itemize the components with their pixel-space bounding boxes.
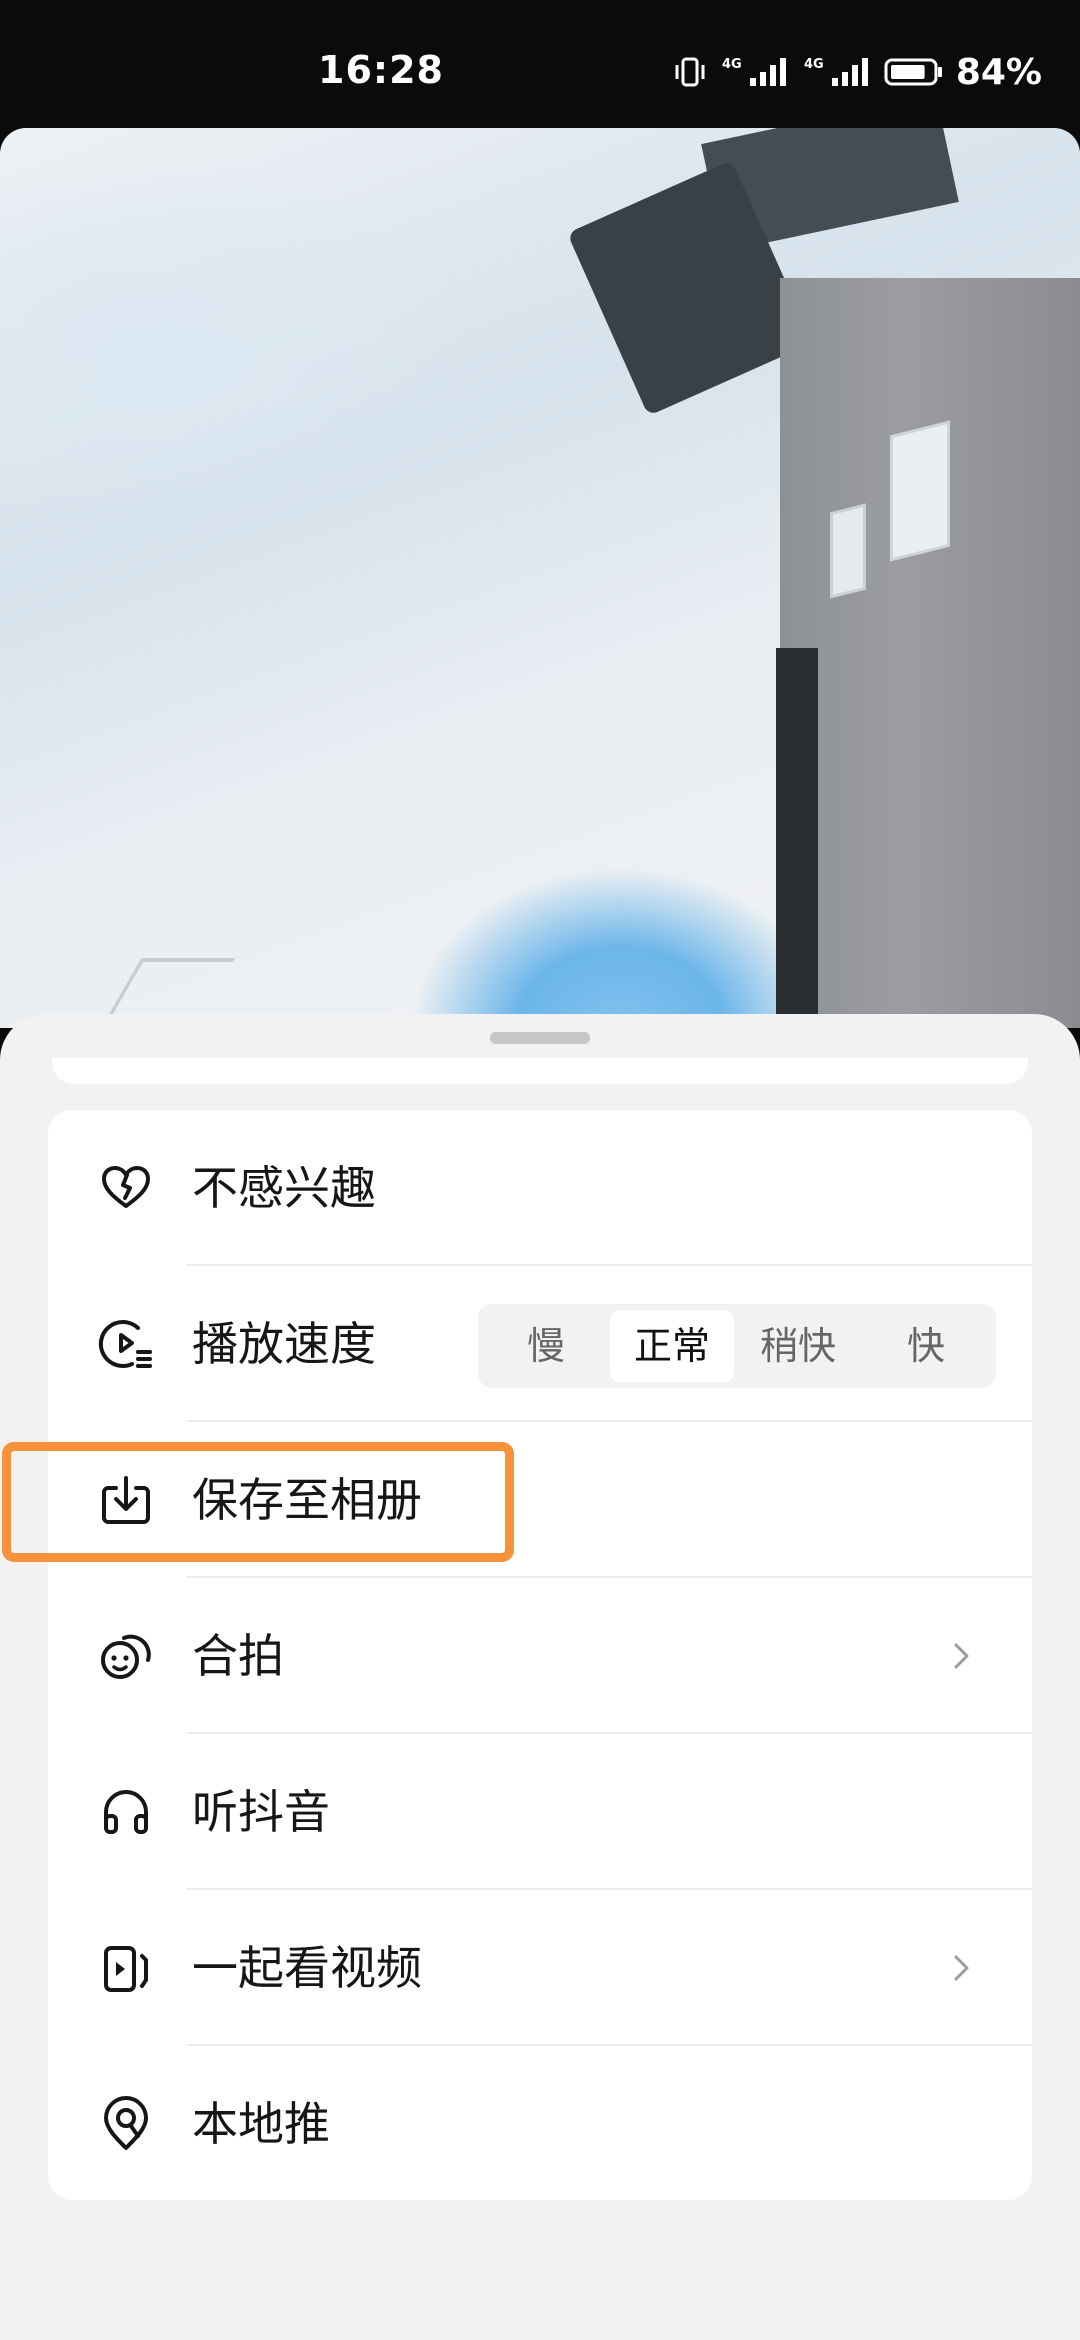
network-type-2: 4G: [804, 57, 824, 72]
doorway: [776, 648, 818, 1028]
vibrate-icon: [675, 57, 705, 87]
speed-selector: 慢 正常 稍快 快: [478, 1304, 996, 1388]
wall: [780, 278, 1080, 1028]
menu-item-label: 播放速度: [192, 1317, 376, 1371]
menu-item-watch-together[interactable]: 一起看视频: [48, 1890, 1032, 2046]
speed-option-slightly-fast[interactable]: 稍快: [736, 1310, 860, 1382]
highlight-box: [2, 1442, 514, 1562]
duet-icon: [101, 1634, 151, 1679]
menu-item-label: 合拍: [192, 1629, 284, 1683]
playback-speed-icon: [98, 1320, 152, 1368]
menu-item-label: 不感兴趣: [192, 1161, 376, 1215]
sheet-drag-handle[interactable]: [490, 1032, 590, 1044]
status-time: 16:28: [318, 48, 444, 92]
network-type-1: 4G: [722, 57, 742, 72]
wall-sign-small: [830, 503, 866, 599]
speed-option-fast[interactable]: 快: [864, 1310, 988, 1382]
menu-item-not-interested[interactable]: 不感兴趣: [48, 1110, 1032, 1266]
battery-percent: 84%: [955, 51, 1042, 93]
menu-item-local-promote[interactable]: 本地推: [48, 2046, 1032, 2200]
menu-item-label: 听抖音: [192, 1785, 330, 1839]
bottom-sheet: 不感兴趣 播放速度 慢 正常 稍快 快 保存至相册 合拍 听抖音 一起看视频 本…: [0, 1014, 1080, 2340]
chevron-right-icon: [954, 1643, 969, 1669]
speed-option-normal[interactable]: 正常: [610, 1310, 734, 1382]
wall-sign: [890, 420, 950, 562]
headphones-icon: [104, 1790, 148, 1834]
speed-option-slow[interactable]: 慢: [484, 1310, 608, 1382]
options-menu: 不感兴趣 播放速度 慢 正常 稍快 快 保存至相册 合拍 听抖音 一起看视频 本…: [48, 1110, 1032, 2200]
menu-item-label: 本地推: [192, 2097, 330, 2151]
location-pin-icon: [104, 2096, 148, 2150]
chevron-right-icon: [954, 1955, 969, 1981]
signal-4g-icon-2: 4G: [804, 57, 868, 86]
status-icons: 4G 4G 84%: [672, 51, 1042, 93]
status-bar: 16:28 4G 4G 84%: [0, 0, 1080, 128]
share-row-peek: [52, 1058, 1028, 1084]
menu-item-playback-speed: 播放速度 慢 正常 稍快 快: [48, 1266, 1032, 1422]
watch-together-icon: [104, 1946, 148, 1992]
heart-broken-icon: [102, 1166, 150, 1208]
menu-item-duet[interactable]: 合拍: [48, 1578, 1032, 1734]
signal-4g-icon: 4G: [722, 57, 786, 86]
menu-item-listen-douyin[interactable]: 听抖音: [48, 1734, 1032, 1890]
video-player[interactable]: [0, 128, 1080, 1028]
battery-icon: [884, 58, 942, 86]
menu-item-label: 一起看视频: [192, 1941, 422, 1995]
